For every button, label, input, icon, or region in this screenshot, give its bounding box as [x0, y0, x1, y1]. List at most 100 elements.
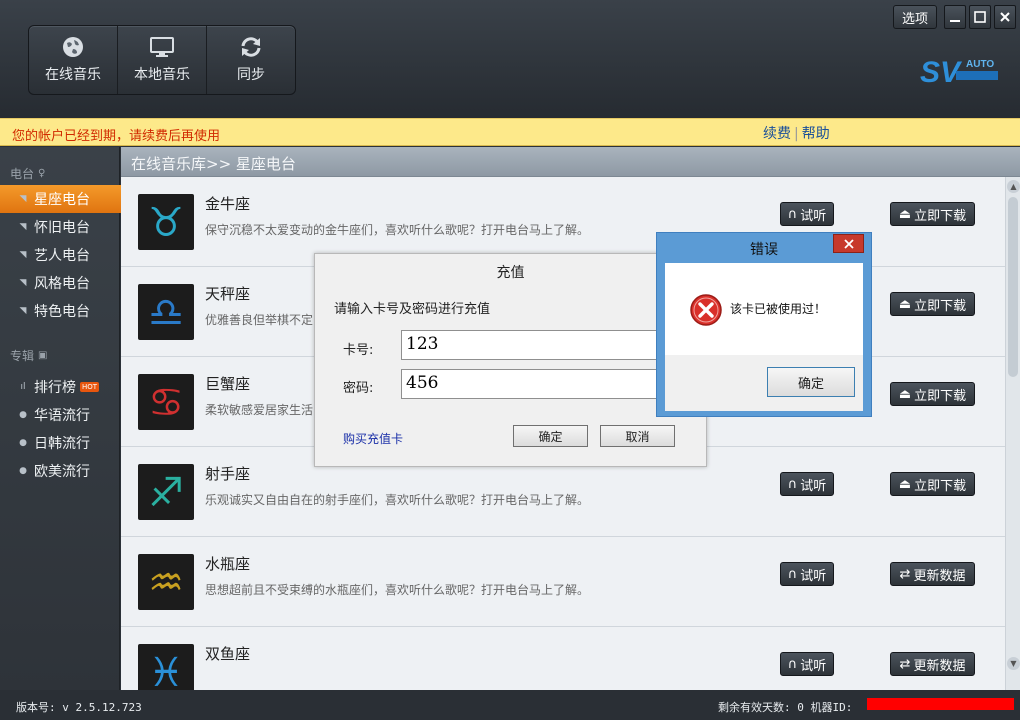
headphones-icon: ∩	[787, 566, 798, 582]
error-body: 该卡已被使用过！	[665, 263, 863, 355]
constellation-symbol: ♐	[148, 470, 184, 516]
download-button[interactable]: ⏏ 立即下载	[890, 292, 975, 316]
error-dialog: 错误 该卡已被使用过！ 确定	[656, 232, 872, 417]
monitor-icon	[150, 37, 174, 57]
disc-icon: ●	[19, 410, 27, 420]
listen-button[interactable]: ∩试听	[780, 202, 834, 226]
dialog-title: 充值	[496, 265, 525, 281]
scroll-down-icon[interactable]: ▼	[1007, 657, 1020, 670]
sidebar-item-constellation-radio[interactable]: ◥ 星座电台	[0, 185, 127, 213]
station-name[interactable]: 水瓶座	[205, 553, 250, 574]
logo-sub: AUTO	[966, 59, 994, 70]
listen-label: 试听	[800, 208, 827, 224]
sidebar: 电台 ♀ ◥ 星座电台 ◥ 怀旧电台 ◥ 艺人电台 ◥ 风格电台 ◥ 特色电台 …	[0, 147, 127, 690]
rss-icon: ◥	[19, 222, 27, 232]
sidebar-item-chart[interactable]: ıl 排行榜 HOT	[0, 373, 119, 401]
version-text: 版本号: v 2.5.12.723	[16, 701, 142, 714]
recharge-cancel-button[interactable]: 取消	[600, 425, 675, 447]
sidebar-group-album: 专辑 ▣	[0, 329, 119, 367]
station-name[interactable]: 射手座	[205, 463, 250, 484]
minimize-button[interactable]	[944, 5, 966, 29]
help-link[interactable]: 帮助	[802, 126, 830, 142]
scroll-thumb[interactable]	[1008, 197, 1018, 377]
mic-icon: ♀	[38, 167, 46, 179]
nav-online-music[interactable]: 在线音乐	[29, 26, 118, 94]
sidebar-item-chinese-pop[interactable]: ● 华语流行	[0, 401, 119, 429]
station-name[interactable]: 天秤座	[205, 283, 250, 304]
sidebar-item-feature-radio[interactable]: ◥ 特色电台	[0, 297, 119, 325]
scroll-up-icon[interactable]: ▲	[1007, 180, 1020, 193]
station-description: 乐观诚实又自由自在的射手座们，喜欢听什么歌呢？打开电台马上了解。	[205, 493, 590, 507]
renew-link[interactable]: 续费	[763, 126, 791, 142]
close-button[interactable]	[994, 5, 1016, 29]
notice-links: 续费 | 帮助	[763, 123, 830, 143]
group-label: 专辑	[10, 348, 35, 363]
sidebar-item-label: 怀旧电台	[34, 220, 90, 236]
minimize-icon	[950, 20, 960, 22]
nav-sync[interactable]: 同步	[207, 26, 295, 94]
error-ok-button[interactable]: 确定	[767, 367, 855, 397]
group-label: 电台	[10, 166, 35, 181]
constellation-symbol: ♋	[148, 380, 184, 426]
download-button[interactable]: ⏏ 立即下载	[890, 472, 975, 496]
sidebar-item-nostalgia-radio[interactable]: ◥ 怀旧电台	[0, 213, 119, 241]
download-button[interactable]: ⇄ 更新数据	[890, 562, 975, 586]
download-button[interactable]: ⇄ 更新数据	[890, 652, 975, 676]
sidebar-item-label: 华语流行	[34, 408, 90, 424]
listen-button[interactable]: ∩试听	[780, 472, 834, 496]
sidebar-item-western-pop[interactable]: ● 欧美流行	[0, 457, 119, 485]
expiry-notice-bar: 您的帐户已经到期，请续费后再使用 续费 | 帮助	[0, 118, 1020, 146]
constellation-symbol: ♓	[148, 650, 184, 690]
list-item[interactable]: ♓ 双鱼座 ∩ 试听 ⇄ 更新数据	[121, 627, 1005, 690]
sidebar-item-label: 特色电台	[34, 304, 90, 320]
error-message: 该卡已被使用过！	[730, 302, 827, 316]
download-label: 更新数据	[913, 568, 966, 584]
window-controls: 选项	[893, 5, 1016, 29]
sidebar-group-radio: 电台 ♀	[0, 147, 119, 185]
download-label: 更新数据	[913, 658, 966, 674]
station-name[interactable]: 双鱼座	[205, 643, 250, 664]
listen-label: 试听	[800, 478, 827, 494]
scrollbar[interactable]: ▲ ▼	[1005, 177, 1020, 690]
card-number-label: 卡号:	[343, 343, 374, 358]
close-button[interactable]	[833, 234, 864, 253]
listen-label: 试听	[800, 568, 827, 584]
status-bar: 版本号: v 2.5.12.723 剩余有效天数: 0 机器ID:	[0, 690, 1020, 720]
bar-chart-icon: ıl	[20, 382, 26, 392]
nav-label: 同步	[237, 67, 265, 83]
download-icon: ⏏	[898, 206, 912, 222]
recharge-ok-button[interactable]: 确定	[513, 425, 588, 447]
download-label: 立即下载	[914, 208, 967, 224]
rss-icon: ◥	[19, 306, 27, 316]
main-nav: 在线音乐 本地音乐 同步	[28, 25, 296, 95]
listen-button[interactable]: ∩试听	[780, 562, 834, 586]
sync-icon	[241, 37, 261, 57]
maximize-icon	[974, 11, 986, 23]
station-description: 柔软敏感爱居家生活的	[205, 403, 326, 417]
constellation-icon: ♉	[138, 194, 194, 250]
error-footer: 确定	[665, 355, 863, 411]
constellation-symbol: ♎	[148, 290, 184, 336]
breadcrumb: 在线音乐库>> 星座电台	[121, 147, 1020, 177]
sidebar-item-style-radio[interactable]: ◥ 风格电台	[0, 269, 119, 297]
listen-button[interactable]: ∩试听	[780, 652, 834, 676]
station-name[interactable]: 巨蟹座	[205, 373, 250, 394]
refresh-icon: ⇄	[899, 566, 911, 582]
sidebar-item-label: 欧美流行	[34, 464, 90, 480]
download-button[interactable]: ⏏ 立即下载	[890, 382, 975, 406]
buy-card-link[interactable]: 购买充值卡	[343, 430, 403, 447]
list-item[interactable]: ♒ 水瓶座 思想超前且不受束缚的水瓶座们，喜欢听什么歌呢？打开电台马上了解。 ∩ 试听 ⇄…	[121, 537, 1005, 627]
sidebar-item-artist-radio[interactable]: ◥ 艺人电台	[0, 241, 119, 269]
nav-local-music[interactable]: 本地音乐	[118, 26, 207, 94]
sidebar-item-label: 星座电台	[34, 192, 90, 208]
constellation-icon: ♎	[138, 284, 194, 340]
constellation-icon: ♋	[138, 374, 194, 430]
sidebar-item-jk-pop[interactable]: ● 日韩流行	[0, 429, 119, 457]
hot-badge: HOT	[80, 382, 100, 392]
station-name[interactable]: 金牛座	[205, 193, 250, 214]
disc-icon: ●	[19, 438, 27, 448]
download-button[interactable]: ⏏ 立即下载	[890, 202, 975, 226]
options-button[interactable]: 选项	[893, 5, 937, 29]
maximize-button[interactable]	[969, 5, 991, 29]
error-icon	[690, 294, 722, 326]
